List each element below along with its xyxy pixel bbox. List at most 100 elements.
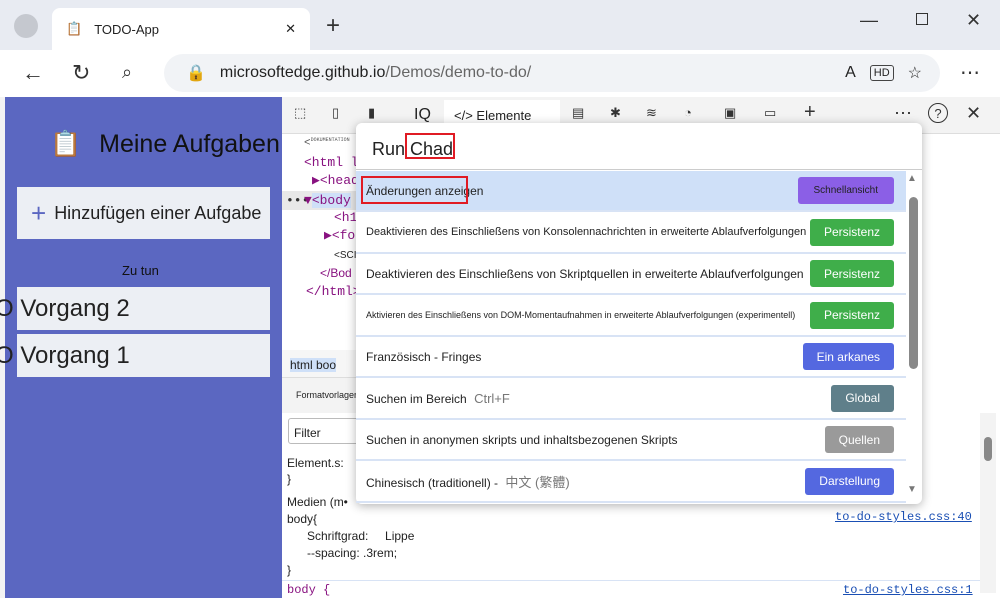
highlight-box bbox=[361, 176, 468, 204]
command-label-wrap: Aktivieren des Einschließens von DOM-Mom… bbox=[366, 310, 795, 320]
command-label-wrap: Deaktivieren des Einschließens von Konso… bbox=[366, 226, 806, 238]
command-label-wrap: Deaktivieren des Einschließens von Skrip… bbox=[366, 267, 804, 281]
more-icon[interactable]: ⋯ bbox=[894, 103, 912, 124]
dom-node[interactable]: </Bod bbox=[320, 266, 352, 280]
dom-node[interactable]: <SCI bbox=[334, 250, 357, 261]
network-icon[interactable]: ≋ bbox=[646, 105, 657, 121]
task-checkbox-icon[interactable]: O bbox=[0, 342, 20, 370]
dom-node[interactable]: <h1 bbox=[334, 210, 357, 225]
style-value[interactable]: Lippe bbox=[385, 529, 414, 543]
bug-icon[interactable]: ✱ bbox=[610, 105, 621, 121]
command-item[interactable]: Suchen im Bereich Ctrl+F Global bbox=[356, 379, 906, 420]
close-tab-icon[interactable]: ✕ bbox=[285, 21, 296, 37]
close-window-icon[interactable]: ✕ bbox=[966, 10, 981, 31]
command-label-wrap: Chinesisch (traditionell) - 中文 (繁體) bbox=[366, 472, 570, 491]
command-label-wrap: Suchen im Bereich Ctrl+F bbox=[366, 391, 510, 406]
filter-placeholder: Filter bbox=[294, 426, 321, 440]
tab-iq[interactable]: IQ bbox=[414, 106, 431, 124]
breadcrumb[interactable]: html boo bbox=[290, 358, 337, 372]
url-path: /Demos/demo-to-do/ bbox=[385, 64, 532, 81]
style-text: } bbox=[287, 472, 292, 486]
dock-icon[interactable]: ▮ bbox=[368, 105, 375, 121]
task-label: Vorgang 1 bbox=[20, 341, 130, 369]
clipboard-icon: 📋 bbox=[66, 21, 83, 36]
lock-icon: 🔒 bbox=[186, 65, 206, 82]
add-task-button[interactable]: + Hinzufügen einer Aufgabe bbox=[17, 187, 270, 239]
command-category-badge: Persistenz bbox=[809, 260, 894, 287]
command-category-badge: Ein arkanes bbox=[802, 343, 894, 370]
section-heading: Zu tun bbox=[122, 263, 159, 278]
dom-node[interactable]: </html> bbox=[306, 284, 361, 299]
command-category-badge: Schnellansicht bbox=[797, 177, 894, 204]
dom-node[interactable]: ▶<head bbox=[312, 173, 359, 188]
tab-bar: 📋 TODO-App ✕ + — ✕ bbox=[0, 0, 1000, 50]
application-icon[interactable]: ▭ bbox=[764, 105, 776, 121]
profile-avatar-icon[interactable] bbox=[14, 14, 38, 38]
help-icon[interactable]: ? bbox=[928, 103, 948, 123]
command-category-badge: Global bbox=[831, 384, 894, 412]
style-prop[interactable]: Schriftgrad: bbox=[307, 529, 368, 543]
read-aloud-icon[interactable]: A bbox=[845, 64, 856, 82]
task-checkbox-icon[interactable]: O bbox=[0, 295, 20, 323]
command-label: Suchen im Bereich bbox=[366, 391, 467, 406]
back-icon[interactable]: ← bbox=[22, 60, 44, 86]
command-hint: 中文 (繁體) bbox=[505, 474, 570, 490]
body-style-rule: Medien (m• body{ Schriftgrad: Lippe --sp… bbox=[287, 494, 414, 579]
url-text: microsoftedge.github.io/Demos/demo-to-do… bbox=[220, 64, 531, 82]
minimize-icon[interactable]: — bbox=[860, 10, 878, 31]
command-palette: Run Chad Änderungen anzeigen Schnellansic… bbox=[356, 123, 922, 504]
inspect-icon[interactable]: ⬚ bbox=[294, 105, 306, 121]
memory-icon[interactable]: ▣ bbox=[724, 105, 736, 121]
device-icon[interactable]: ▯ bbox=[332, 105, 339, 121]
command-item[interactable]: Deaktivieren des Einschließens von Konso… bbox=[356, 213, 906, 254]
new-tab-icon[interactable]: + bbox=[326, 12, 340, 40]
performance-icon[interactable]: ◔ bbox=[684, 105, 692, 120]
console-icon[interactable]: ▤ bbox=[572, 105, 584, 121]
style-prop[interactable]: --spacing: .3rem; bbox=[287, 545, 414, 562]
styles-tabbar: Formatvorlagen bbox=[282, 378, 359, 413]
refresh-icon[interactable]: ↻ bbox=[72, 60, 90, 86]
dom-doctype: <DOKUMENTATION bbox=[304, 137, 350, 150]
styles-scrollbar[interactable] bbox=[980, 413, 996, 593]
dom-selected-row[interactable]: ••• ▼<body bbox=[282, 191, 356, 210]
search-icon[interactable]: ⌕ bbox=[122, 62, 132, 83]
dom-text: <body bbox=[311, 193, 351, 208]
page-title: Meine Aufgaben bbox=[99, 130, 280, 158]
more-icon[interactable]: ⋯ bbox=[960, 60, 980, 85]
highlight-box bbox=[405, 133, 455, 159]
dom-text: < bbox=[304, 137, 311, 150]
favorite-icon[interactable]: ☆ bbox=[908, 63, 922, 83]
dom-text: <head bbox=[319, 173, 359, 188]
url-field[interactable]: 🔒 microsoftedge.github.io/Demos/demo-to-… bbox=[164, 54, 940, 92]
element-style-rule: Element.s:} bbox=[287, 455, 344, 487]
command-label: Aktivieren des Einschließens von DOM-Mom… bbox=[366, 310, 796, 320]
tab-styles[interactable]: Formatvorlagen bbox=[296, 390, 359, 400]
dom-text: DOKUMENTATION bbox=[310, 137, 350, 143]
command-item[interactable]: Deaktivieren des Einschließens von Skrip… bbox=[356, 254, 906, 295]
command-list-scrollbar[interactable]: ▲ ▼ bbox=[906, 171, 922, 497]
command-label: Chinesisch (traditionell) - bbox=[366, 475, 499, 490]
task-item[interactable]: O Vorgang 2 bbox=[0, 287, 270, 330]
breadcrumb-bar: html boo bbox=[282, 350, 356, 378]
source-link[interactable]: to-do-styles.css:40 bbox=[835, 510, 972, 524]
command-label: Deaktivieren des Einschließens von Skrip… bbox=[366, 266, 804, 281]
app-header: 📋 Meine Aufgaben bbox=[50, 130, 280, 159]
command-hint: Ctrl+F bbox=[474, 390, 510, 406]
task-item[interactable]: O Vorgang 1 bbox=[0, 334, 270, 377]
maximize-icon[interactable] bbox=[916, 13, 928, 25]
command-item[interactable]: Aktivieren des Einschließens von DOM-Mom… bbox=[356, 296, 906, 337]
style-text: body{ bbox=[287, 512, 318, 526]
style-text: body { bbox=[287, 583, 331, 597]
more-tools-icon[interactable]: + bbox=[804, 101, 816, 124]
source-link[interactable]: to-do-styles.css:1 bbox=[843, 583, 973, 597]
command-category-badge: Persistenz bbox=[809, 301, 894, 329]
command-item[interactable]: Chinesisch (traditionell) - 中文 (繁體) Darst… bbox=[356, 462, 906, 503]
command-item[interactable]: Französisch - Fringes Ein arkanes bbox=[356, 337, 906, 378]
command-label: Deaktivieren des Einschließens von Konso… bbox=[366, 226, 807, 238]
clipboard-icon: 📋 bbox=[50, 130, 82, 158]
dom-node[interactable]: <html l bbox=[304, 155, 359, 170]
hd-icon[interactable]: HD bbox=[869, 65, 894, 81]
close-devtools-icon[interactable]: ✕ bbox=[966, 103, 981, 124]
browser-tab[interactable]: 📋 TODO-App ✕ bbox=[52, 8, 310, 50]
command-item[interactable]: Suchen in anonymen skripts und inhaltsbe… bbox=[356, 420, 906, 461]
